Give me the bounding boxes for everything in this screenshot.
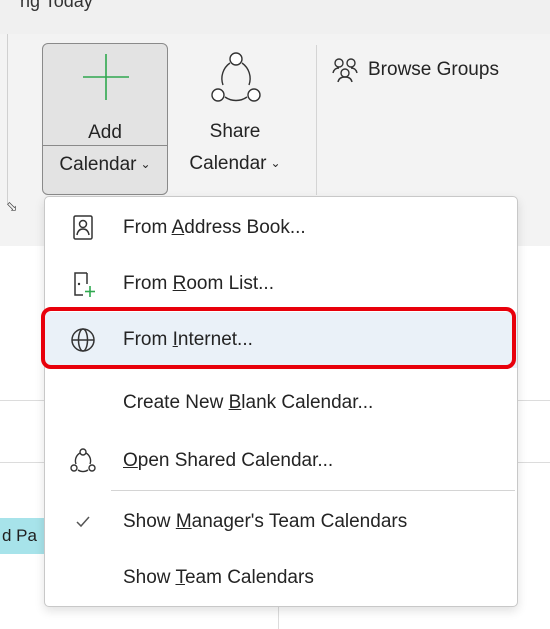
- menu-item-create-new-blank-calendar[interactable]: Create New Blank Calendar...: [45, 375, 517, 431]
- menu-item-show-team-calendars[interactable]: Show Team Calendars: [45, 550, 517, 606]
- share-calendar-icon: [211, 52, 261, 102]
- add-calendar-dropdown[interactable]: Calendar ⌄: [43, 154, 167, 176]
- chevron-down-icon: ⌄: [140, 157, 151, 171]
- share-calendar-button[interactable]: Share Calendar ⌄: [170, 43, 300, 195]
- menu-item-from-room-list[interactable]: From Room List...: [45, 256, 517, 312]
- checkmark-icon: [76, 516, 90, 528]
- menu-item-label: Show Team Calendars: [123, 567, 314, 588]
- menu-item-label: From Internet...: [123, 329, 253, 350]
- add-calendar-button[interactable]: Add Calendar ⌄: [42, 43, 168, 195]
- add-calendar-menu: From Address Book... From Room List... F…: [44, 196, 518, 607]
- dialog-launcher-icon[interactable]: ⬂: [6, 198, 18, 215]
- menu-separator: [111, 490, 515, 491]
- top-strip: ng Today: [0, 0, 550, 34]
- ribbon-group-divider: [7, 34, 8, 204]
- menu-item-show-managers-team-calendars[interactable]: Show Manager's Team Calendars: [45, 494, 517, 550]
- menu-item-label: Open Shared Calendar...: [123, 450, 334, 471]
- browse-groups-label: Browse Groups: [368, 59, 499, 80]
- add-calendar-label-line2: Calendar: [59, 154, 137, 175]
- address-book-icon: [73, 215, 93, 240]
- people-icon: [332, 58, 358, 83]
- calendar-event[interactable]: d Pa: [0, 518, 48, 554]
- globe-icon: [71, 328, 95, 352]
- browse-groups-button[interactable]: Browse Groups: [330, 54, 499, 86]
- menu-item-from-internet[interactable]: From Internet...: [45, 312, 517, 368]
- share-calendar-label-line1: Share: [209, 121, 261, 142]
- share-calendar-dropdown[interactable]: Calendar ⌄: [170, 153, 300, 175]
- menu-item-label: From Room List...: [123, 273, 274, 294]
- share-calendar-label-line2: Calendar: [189, 153, 267, 174]
- split-button-divider: [43, 145, 167, 146]
- room-list-icon: [74, 272, 95, 297]
- menu-item-label: Create New Blank Calendar...: [123, 392, 374, 413]
- menu-item-from-address-book[interactable]: From Address Book...: [45, 200, 517, 256]
- chevron-down-icon: ⌄: [270, 156, 281, 170]
- menu-item-label: From Address Book...: [123, 217, 306, 238]
- calendar-event-text: d Pa: [2, 526, 37, 545]
- menu-item-open-shared-calendar[interactable]: Open Shared Calendar...: [45, 433, 517, 489]
- shared-calendar-icon: [70, 448, 96, 473]
- top-strip-text: ng Today: [20, 0, 93, 11]
- menu-item-label: Show Manager's Team Calendars: [123, 511, 408, 532]
- ribbon-separator: [316, 45, 317, 195]
- add-calendar-label-line1: Add: [88, 122, 122, 143]
- plus-icon: [83, 54, 129, 100]
